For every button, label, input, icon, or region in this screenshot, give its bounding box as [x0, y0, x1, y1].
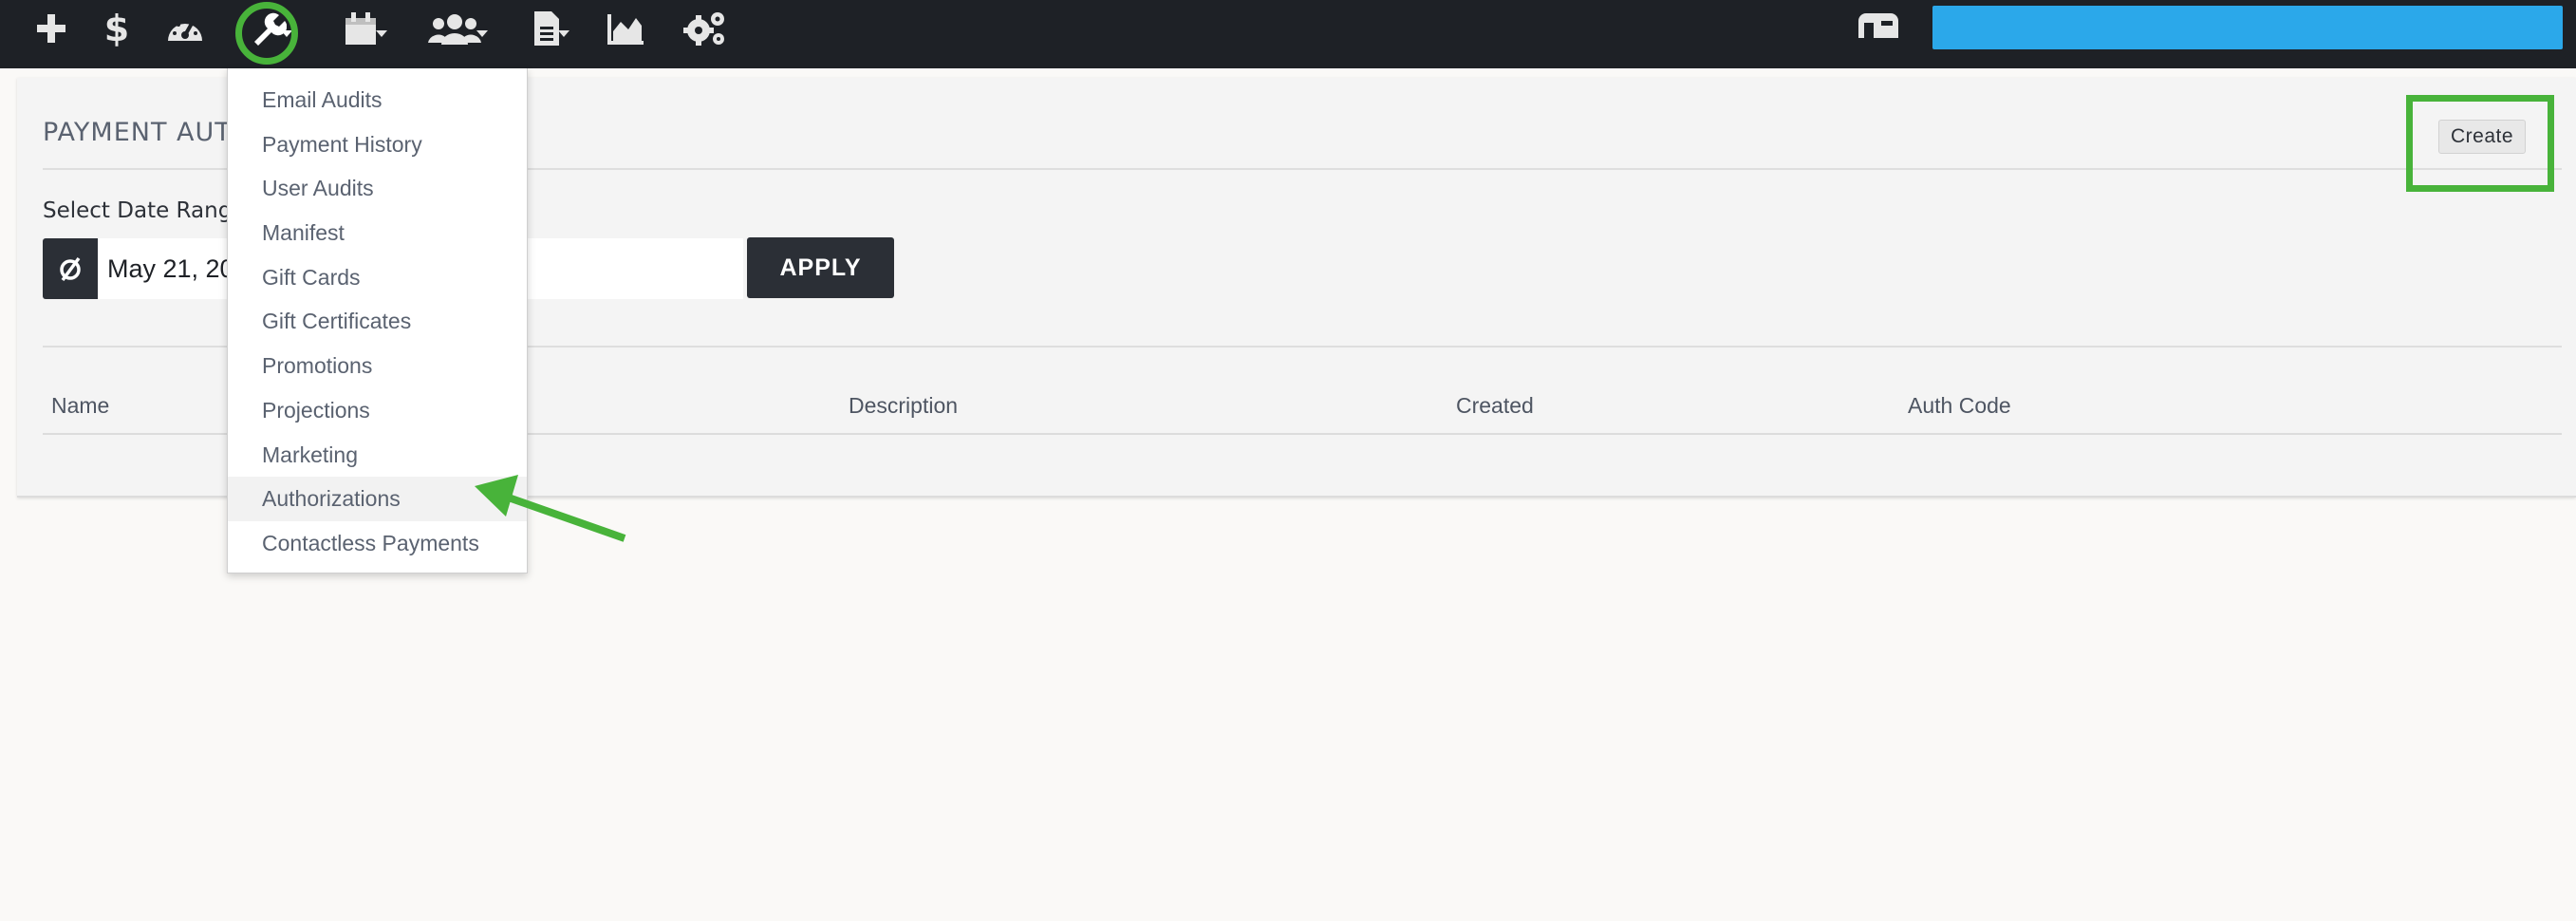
settings-button[interactable] [680, 0, 729, 57]
menu-item-gift-certificates[interactable]: Gift Certificates [228, 299, 527, 344]
reset-icon [60, 256, 81, 282]
column-header-name[interactable]: Name [51, 393, 109, 419]
chevron-down-icon [376, 30, 387, 37]
wrench-icon [254, 12, 287, 46]
menu-item-promotions[interactable]: Promotions [228, 344, 527, 388]
menu-item-projections[interactable]: Projections [228, 388, 527, 433]
column-header-description[interactable]: Description [849, 393, 958, 419]
menu-item-payment-history[interactable]: Payment History [228, 122, 527, 167]
calendar-menu-button[interactable] [334, 0, 387, 57]
chevron-down-icon [476, 30, 488, 37]
users-icon [428, 14, 481, 45]
date-range-label: Select Date Rang [43, 198, 233, 223]
menu-item-gift-cards[interactable]: Gift Cards [228, 255, 527, 300]
page-title: PAYMENT AUT [43, 118, 232, 147]
column-header-created[interactable]: Created [1456, 393, 1534, 419]
reports-button[interactable] [606, 0, 647, 57]
svg-text:$: $ [104, 9, 129, 47]
tools-menu-button[interactable] [243, 0, 292, 57]
chart-icon [607, 14, 644, 45]
chevron-down-icon [281, 30, 292, 37]
users-menu-button[interactable] [423, 0, 488, 57]
menu-item-contactless-payments[interactable]: Contactless Payments [228, 521, 527, 566]
inbox-button[interactable] [1857, 11, 1898, 44]
documents-menu-button[interactable] [524, 0, 569, 57]
dashboard-icon [168, 20, 202, 41]
menu-item-manifest[interactable]: Manifest [228, 211, 527, 255]
column-header-auth-code[interactable]: Auth Code [1908, 393, 2011, 419]
create-button[interactable]: Create [2438, 120, 2527, 154]
top-navbar: $ [0, 0, 2576, 68]
menu-item-email-audits[interactable]: Email Audits [228, 78, 527, 122]
apply-button[interactable]: APPLY [747, 237, 894, 298]
mailbox-icon [1858, 13, 1898, 38]
tools-dropdown-menu: Email Audits Payment History User Audits… [227, 68, 528, 573]
payments-button[interactable]: $ [103, 0, 131, 57]
menu-item-user-audits[interactable]: User Audits [228, 166, 527, 211]
reset-date-button[interactable] [43, 238, 98, 299]
calendar-icon [345, 12, 376, 45]
add-button[interactable] [32, 0, 70, 57]
plus-icon [37, 14, 65, 43]
gears-icon [683, 12, 724, 46]
chevron-down-icon [558, 30, 569, 37]
menu-item-marketing[interactable]: Marketing [228, 433, 527, 478]
search-input[interactable] [1932, 6, 2563, 49]
dashboard-button[interactable] [163, 0, 207, 57]
document-icon [534, 11, 559, 46]
menu-item-authorizations[interactable]: Authorizations [228, 477, 527, 521]
dollar-icon: $ [104, 9, 129, 47]
